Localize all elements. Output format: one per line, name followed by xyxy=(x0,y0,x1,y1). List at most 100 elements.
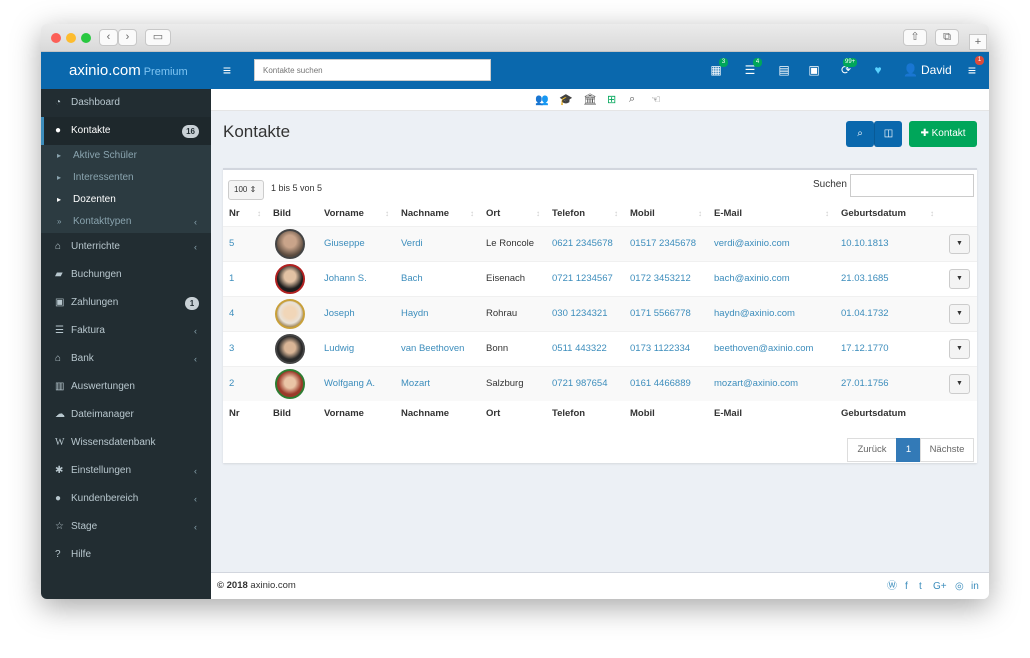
users-icon[interactable]: 👥 xyxy=(535,93,549,106)
cell-telefon[interactable]: 0621 2345678 xyxy=(546,225,624,261)
cell-vorname[interactable]: Wolfgang A. xyxy=(318,365,395,401)
sidebar-sub-aktive-schueler[interactable]: ▸ Aktive Schüler xyxy=(41,145,211,167)
cell-geburtsdatum[interactable]: 10.10.1813 xyxy=(835,225,940,261)
sidebar-item-bank[interactable]: ⌂ Bank ‹ xyxy=(41,345,211,373)
cell-email[interactable]: verdi@axinio.com xyxy=(708,225,835,261)
sidebar-sub-interessenten[interactable]: ▸ Interessenten xyxy=(41,167,211,189)
pagination-prev[interactable]: Zurück xyxy=(847,438,897,462)
table-row[interactable]: 3 Ludwig van Beethoven Bonn 0511 443322 … xyxy=(223,330,977,366)
cell-geburtsdatum[interactable]: 01.04.1732 xyxy=(835,295,940,331)
sidebar-item-zahlungen[interactable]: ▣ Zahlungen 1 xyxy=(41,289,211,317)
page-size-select[interactable]: 100 ⇕ xyxy=(228,180,264,200)
share-icon[interactable]: ⇧ xyxy=(903,29,927,46)
sidebar-item-wissensdatenbank[interactable]: W Wissensdatenbank xyxy=(41,429,211,457)
row-dropdown-button[interactable]: ▼ xyxy=(949,233,970,254)
hand-pointer-icon[interactable]: ☜ xyxy=(651,93,661,106)
cell-nr[interactable]: 5 xyxy=(223,225,267,261)
cell-email[interactable]: haydn@axinio.com xyxy=(708,295,835,331)
sidebar-item-stage[interactable]: ☆ Stage ‹ xyxy=(41,513,211,541)
cell-vorname[interactable]: Giuseppe xyxy=(318,225,395,261)
cell-geburtsdatum[interactable]: 27.01.1756 xyxy=(835,365,940,401)
table-row[interactable]: 4 Joseph Haydn Rohrau 030 1234321 0171 5… xyxy=(223,295,977,331)
table-row[interactable]: 5 Giuseppe Verdi Le Roncole 0621 2345678… xyxy=(223,225,977,261)
bank-icon[interactable]: 🏛 xyxy=(583,93,597,106)
plus-square-icon[interactable]: ⊞ xyxy=(607,93,616,106)
footer-site[interactable]: axinio.com xyxy=(250,580,295,591)
document-icon[interactable]: ▤ xyxy=(775,52,793,89)
graduation-cap-icon[interactable]: 🎓 xyxy=(559,93,573,106)
sidebar-item-dashboard[interactable]: ◔ Dashboard xyxy=(41,89,211,117)
avatar[interactable] xyxy=(275,228,305,259)
sidebar-item-hilfe[interactable]: ? Hilfe xyxy=(41,541,211,569)
cell-telefon[interactable]: 0721 1234567 xyxy=(546,260,624,296)
sidebar-item-dateimanager[interactable]: ☁ Dateimanager xyxy=(41,401,211,429)
user-name[interactable]: David xyxy=(921,52,952,89)
new-tab-icon[interactable]: + xyxy=(969,34,987,50)
cell-nr[interactable]: 1 xyxy=(223,260,267,296)
sidebar-item-kontakte[interactable]: ● Kontakte 16 xyxy=(41,117,211,145)
heart-icon[interactable]: ♥ xyxy=(869,52,887,89)
avatar[interactable] xyxy=(275,263,305,294)
sidebar-item-kundenbereich[interactable]: ● Kundenbereich ‹ xyxy=(41,485,211,513)
cell-vorname[interactable]: Johann S. xyxy=(318,260,395,296)
table-row[interactable]: 1 Johann S. Bach Eisenach 0721 1234567 0… xyxy=(223,260,977,296)
cell-vorname[interactable]: Joseph xyxy=(318,295,395,331)
linkedin-icon[interactable]: in xyxy=(971,573,979,599)
avatar[interactable] xyxy=(275,368,305,399)
cell-geburtsdatum[interactable]: 21.03.1685 xyxy=(835,260,940,296)
cell-nr[interactable]: 4 xyxy=(223,295,267,331)
sidebar-sub-dozenten[interactable]: ▸ Dozenten xyxy=(41,189,211,211)
cell-nachname[interactable]: Mozart xyxy=(395,365,480,401)
sidebar-item-unterrichte[interactable]: ⌂ Unterrichte ‹ xyxy=(41,233,211,261)
column-header-ort[interactable]: Ort ↕ xyxy=(480,202,546,226)
cell-nachname[interactable]: Haydn xyxy=(395,295,480,331)
cell-nachname[interactable]: Verdi xyxy=(395,225,480,261)
cell-nachname[interactable]: Bach xyxy=(395,260,480,296)
cell-geburtsdatum[interactable]: 17.12.1770 xyxy=(835,330,940,366)
close-window-button[interactable] xyxy=(51,33,61,43)
sidebar-item-buchungen[interactable]: ▰ Buchungen xyxy=(41,261,211,289)
sidebar-item-einstellungen[interactable]: ✱ Einstellungen ‹ xyxy=(41,457,211,485)
row-dropdown-button[interactable]: ▼ xyxy=(949,338,970,359)
cell-telefon[interactable]: 0721 987654 xyxy=(546,365,624,401)
twitter-icon[interactable]: t xyxy=(919,573,922,599)
contacts-search-input[interactable] xyxy=(254,59,491,81)
id-card-icon[interactable]: ▣ xyxy=(805,52,823,89)
tabs-icon[interactable]: ⧉ xyxy=(935,29,959,46)
column-header-mobil[interactable]: Mobil ↕ xyxy=(624,202,708,226)
columns-button[interactable]: ◫ xyxy=(874,121,902,147)
cell-email[interactable]: bach@axinio.com xyxy=(708,260,835,296)
minimize-window-button[interactable] xyxy=(66,33,76,43)
sidebar-toggle-icon[interactable]: ▭ xyxy=(145,29,171,46)
cell-mobil[interactable]: 01517 2345678 xyxy=(624,225,708,261)
cell-email[interactable]: mozart@axinio.com xyxy=(708,365,835,401)
table-row[interactable]: 2 Wolfgang A. Mozart Salzburg 0721 98765… xyxy=(223,365,977,401)
hamburger-menu-icon[interactable]: ≡ xyxy=(219,52,235,89)
avatar[interactable] xyxy=(275,298,305,329)
row-dropdown-button[interactable]: ▼ xyxy=(949,303,970,324)
cell-nr[interactable]: 2 xyxy=(223,365,267,401)
cell-email[interactable]: beethoven@axinio.com xyxy=(708,330,835,366)
pagination-next[interactable]: Nächste xyxy=(920,438,974,462)
search-icon[interactable]: ⌕ xyxy=(629,93,635,106)
cell-nr[interactable]: 3 xyxy=(223,330,267,366)
cell-mobil[interactable]: 0171 5566778 xyxy=(624,295,708,331)
column-header-nr[interactable]: Nr ↕ xyxy=(223,202,267,226)
cell-telefon[interactable]: 030 1234321 xyxy=(546,295,624,331)
back-button[interactable]: ‹ xyxy=(99,29,118,46)
cell-vorname[interactable]: Ludwig xyxy=(318,330,395,366)
wordpress-icon[interactable]: Ⓦ xyxy=(887,573,897,599)
cell-nachname[interactable]: van Beethoven xyxy=(395,330,480,366)
column-header-telefon[interactable]: Telefon ↕ xyxy=(546,202,624,226)
pagination-current[interactable]: 1 xyxy=(896,438,921,462)
add-contact-button[interactable]: ✚ Kontakt xyxy=(909,121,977,147)
google-plus-icon[interactable]: G+ xyxy=(933,573,947,599)
instagram-icon[interactable]: ◎ xyxy=(955,573,964,599)
search-button[interactable]: ⌕ xyxy=(846,121,874,147)
column-header-geburtsdatum[interactable]: Geburtsdatum ↕ xyxy=(835,202,940,226)
brand-logo[interactable]: axinio.com Premium xyxy=(41,52,211,89)
column-header-vorname[interactable]: Vorname ↕ xyxy=(318,202,395,226)
forward-button[interactable]: › xyxy=(118,29,137,46)
row-dropdown-button[interactable]: ▼ xyxy=(949,268,970,289)
cell-mobil[interactable]: 0173 1122334 xyxy=(624,330,708,366)
